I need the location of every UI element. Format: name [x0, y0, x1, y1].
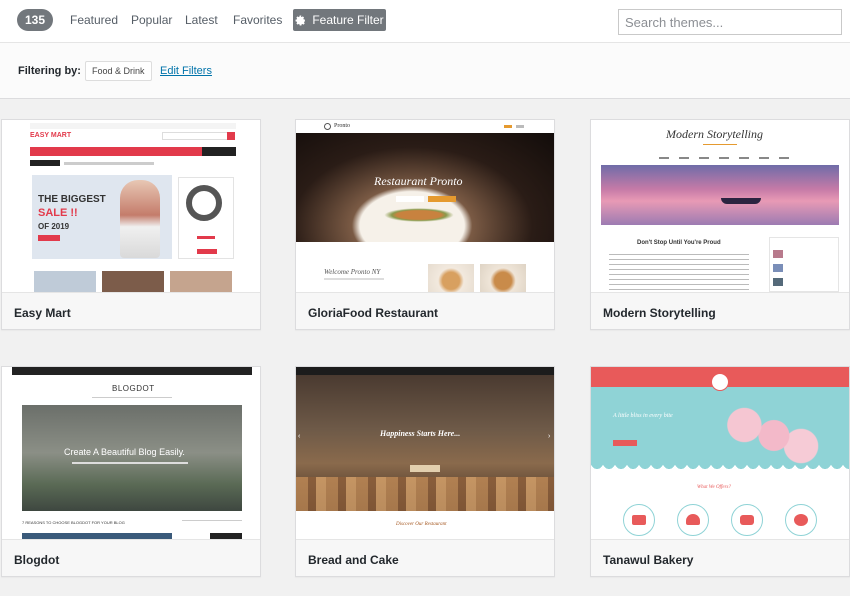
preview-promo-button	[38, 235, 60, 241]
theme-name[interactable]: Bread and Cake	[296, 539, 554, 576]
theme-card-gloriafood-restaurant[interactable]: Pronto Restaurant Pronto Welcome Pronto …	[295, 119, 555, 330]
preview-nav-item	[516, 125, 524, 128]
preview-hero-title: Restaurant Pronto	[374, 174, 463, 188]
theme-name[interactable]: Easy Mart	[2, 292, 260, 329]
preview-sidebar-thumb-3	[773, 278, 783, 286]
preview-post-text	[609, 254, 749, 290]
preview-hero-button-2	[428, 196, 456, 202]
feature-filter-label: Feature Filter	[312, 13, 384, 27]
preview-tagline	[92, 397, 172, 398]
preview-hero-button	[613, 440, 637, 446]
preview-pastry-display	[296, 477, 554, 511]
preview-hero-title: Happiness Starts Here...	[380, 429, 461, 438]
preview-thumb-2	[102, 271, 164, 292]
preview-menu-dark	[202, 147, 236, 156]
chevron-right-icon: ›	[548, 433, 551, 440]
filtering-by-label: Filtering by:	[18, 65, 81, 77]
preview-boat	[721, 198, 761, 204]
preview-food-photo-1	[428, 264, 474, 292]
preview-logo-icon	[324, 123, 331, 130]
preview-top-bar	[296, 367, 554, 375]
chevron-left-icon: ‹	[298, 433, 301, 440]
tab-featured[interactable]: Featured	[70, 13, 118, 27]
theme-screenshot[interactable]: EASY MART THE BIGGEST SALE !! OF 2019	[2, 120, 260, 292]
preview-sidebar-thumb-1	[773, 250, 783, 258]
active-filters-bar: Filtering by: Food & Drink Edit Filters	[0, 43, 850, 99]
cupcake-icon	[686, 514, 700, 525]
preview-logo: EASY MART	[30, 132, 72, 139]
gear-icon	[295, 15, 306, 26]
preview-ticker	[64, 162, 154, 165]
bread-icon	[794, 514, 808, 526]
cake-icon	[632, 515, 646, 525]
preview-post-title: Don't Stop Until You're Proud	[637, 240, 721, 246]
preview-title-underline	[703, 144, 737, 145]
preview-buy-button	[197, 249, 217, 254]
preview-model-photo	[120, 180, 160, 258]
preview-sidebar-line	[182, 520, 242, 521]
preview-thumb-1	[34, 271, 96, 292]
preview-thumb-3	[170, 271, 232, 292]
preview-hero-button	[410, 465, 440, 472]
tab-popular[interactable]: Popular	[131, 13, 172, 27]
filter-tag: Food & Drink	[85, 61, 152, 81]
preview-headphones	[186, 185, 222, 221]
theme-name[interactable]: GloriaFood Restaurant	[296, 292, 554, 329]
feature-filter-button[interactable]: Feature Filter	[293, 9, 386, 31]
preview-hero-sub	[72, 462, 188, 464]
preview-logo-badge	[711, 373, 729, 391]
preview-hero-photo	[22, 405, 242, 511]
theme-screenshot[interactable]: Happiness Starts Here... ‹ › Discover Ou…	[296, 367, 554, 539]
theme-screenshot[interactable]: Modern Storytelling Don't Stop Until You…	[591, 120, 849, 292]
preview-topline	[30, 123, 236, 129]
preview-hero-title: Create A Beautiful Blog Easily.	[64, 447, 185, 457]
tab-favorites[interactable]: Favorites	[233, 13, 282, 27]
preview-hero-photo	[601, 165, 839, 225]
theme-name[interactable]: Blogdot	[2, 539, 260, 576]
preview-promo-line1: THE BIGGEST	[38, 194, 106, 205]
preview-promo-line2: SALE !!	[38, 207, 78, 219]
theme-screenshot[interactable]: A little bliss in every bite What We Off…	[591, 367, 849, 539]
theme-screenshot[interactable]: BLOGDOT Create A Beautiful Blog Easily. …	[2, 367, 260, 539]
preview-post-heading: 7 REASONS TO CHOOSE BLOGDOT FOR YOUR BLO…	[22, 520, 125, 525]
preview-category	[30, 160, 60, 166]
preview-section-title: Welcome Pronto NY	[324, 268, 381, 276]
tab-latest[interactable]: Latest	[185, 13, 218, 27]
theme-card-modern-storytelling[interactable]: Modern Storytelling Don't Stop Until You…	[590, 119, 850, 330]
preview-text-line	[324, 278, 384, 280]
theme-card-easy-mart[interactable]: EASY MART THE BIGGEST SALE !! OF 2019 Ea…	[1, 119, 261, 330]
preview-logo: BLOGDOT	[112, 384, 155, 393]
theme-card-tanawul-bakery[interactable]: A little bliss in every bite What We Off…	[590, 366, 850, 577]
edit-filters-link[interactable]: Edit Filters	[160, 65, 212, 77]
preview-hero-title: A little bliss in every bite	[613, 413, 673, 419]
preview-top-bar	[12, 367, 252, 375]
preview-logo: Pronto	[334, 123, 351, 129]
preview-section-title: What We Offers?	[697, 485, 731, 490]
preview-food-photo-2	[480, 264, 526, 292]
theme-name[interactable]: Modern Storytelling	[591, 292, 849, 329]
search-themes-input[interactable]	[618, 9, 842, 35]
preview-sidebar-thumb-2	[773, 264, 783, 272]
preview-search-button	[227, 132, 235, 140]
theme-card-blogdot[interactable]: BLOGDOT Create A Beautiful Blog Easily. …	[1, 366, 261, 577]
preview-scallop-edge	[591, 465, 849, 473]
pastry-icon	[740, 515, 754, 525]
preview-site-title: Modern Storytelling	[666, 127, 763, 141]
preview-nav-active	[504, 125, 512, 128]
preview-cookies-photo	[709, 397, 827, 467]
theme-name[interactable]: Tanawul Bakery	[591, 539, 849, 576]
preview-menu	[659, 157, 789, 159]
theme-card-bread-and-cake[interactable]: Happiness Starts Here... ‹ › Discover Ou…	[295, 366, 555, 577]
theme-screenshot[interactable]: Pronto Restaurant Pronto Welcome Pronto …	[296, 120, 554, 292]
preview-section-title: Discover Our Restaurant	[396, 522, 447, 527]
preview-promo-line3: OF 2019	[38, 222, 70, 231]
preview-dish	[384, 208, 454, 222]
theme-filter-bar: 135 Featured Popular Latest Favorites Fe…	[0, 0, 850, 43]
preview-search	[162, 132, 232, 140]
preview-price	[197, 236, 215, 239]
theme-count-badge: 135	[17, 9, 53, 31]
preview-hero-button-1	[396, 196, 424, 202]
